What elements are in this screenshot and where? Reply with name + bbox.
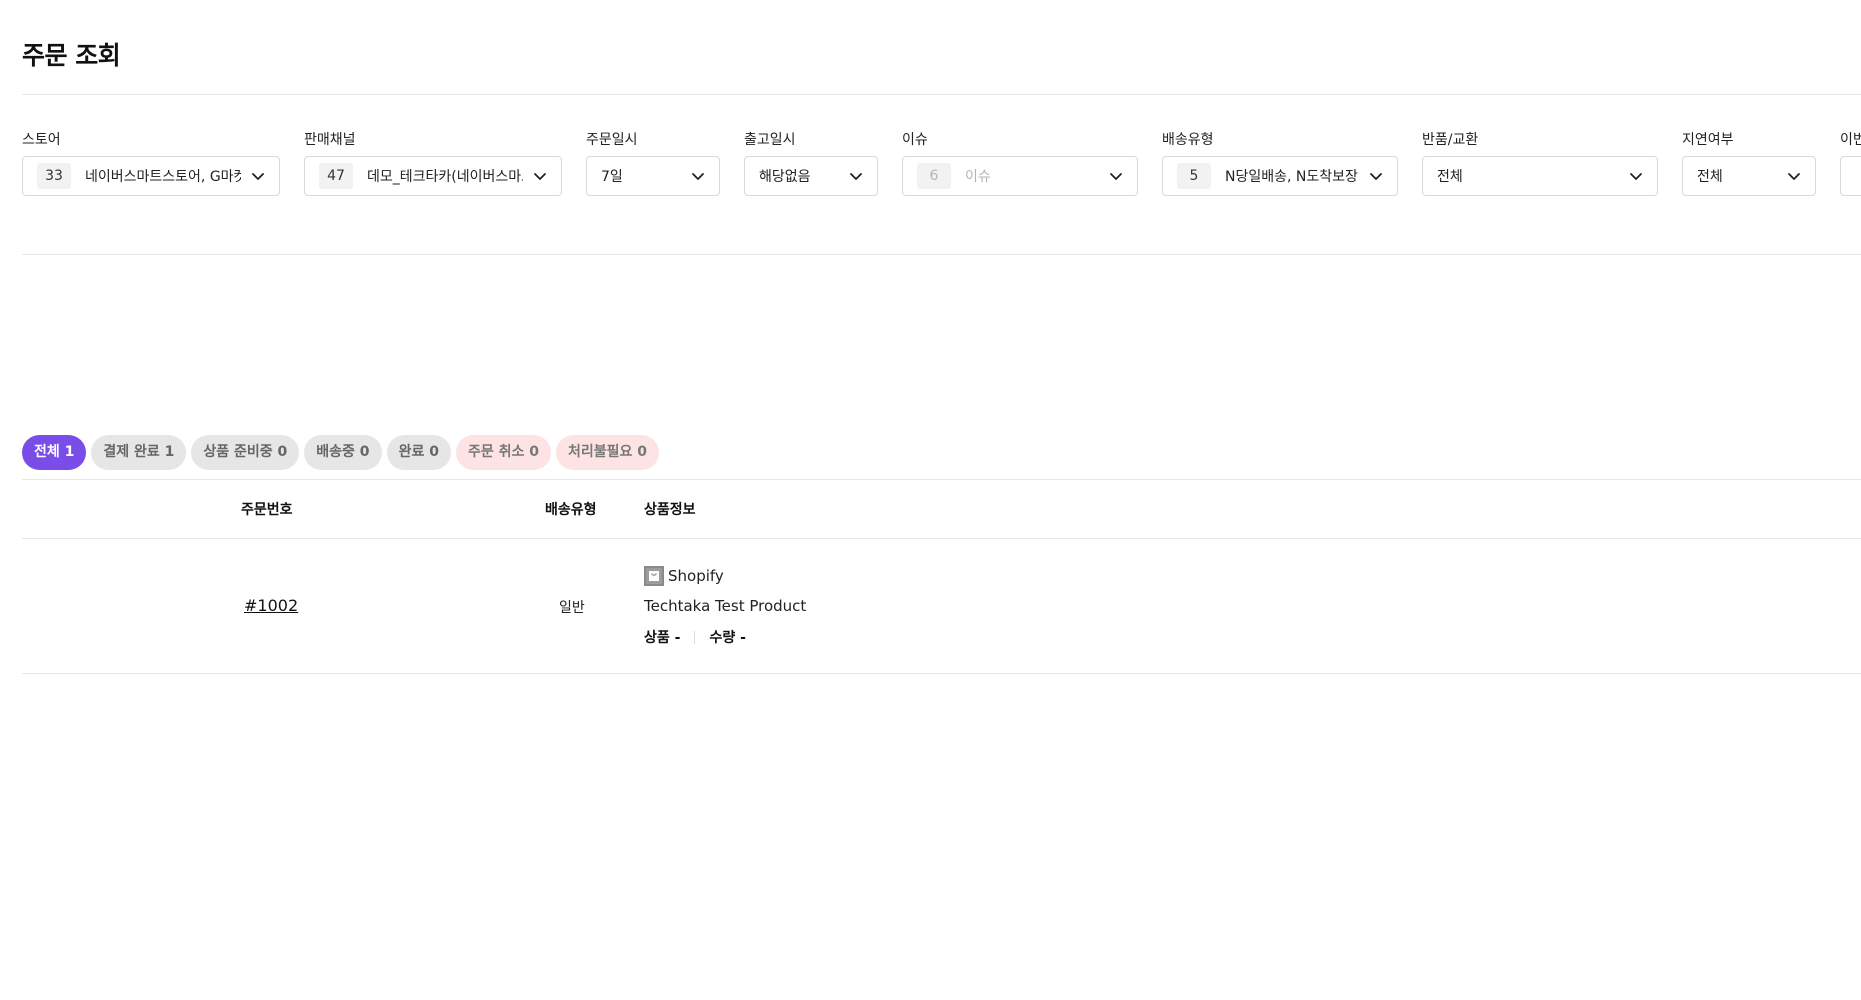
chevron-down-icon [1785, 167, 1803, 185]
filter-return-exchange-label: 반품/교환 [1422, 132, 1479, 148]
filter-ship-date-label: 출고일시 [744, 132, 796, 148]
delivery-type-select[interactable]: 5 N당일배송, N도착보장, 일반 [1162, 156, 1398, 196]
filter-delivery-type-label: 배송유형 [1162, 132, 1214, 148]
tab-no-action-needed[interactable]: 처리불필요 0 [555, 435, 659, 470]
delivery-type-select-value: N당일배송, N도착보장, 일반 [1225, 169, 1359, 185]
filter-issue-label: 이슈 [902, 132, 928, 148]
tab-preparing[interactable]: 상품 준비중 0 [191, 435, 300, 470]
divider [22, 538, 1861, 539]
filter-delivery-type: 배송유형 5 N당일배송, N도착보장, 일반 [1162, 130, 1398, 196]
filter-store: 스토어 33 네이버스마트스토어, G마켓, 옥션 [22, 130, 280, 196]
return-exchange-select-value: 전체 [1437, 169, 1463, 185]
filter-delay: 지연여부 전체 [1682, 130, 1816, 196]
product-code: 상품 - [644, 630, 681, 646]
channel-select[interactable]: 47 데모_테크타카(네이버스마트스토어) [304, 156, 562, 196]
chevron-down-icon [847, 167, 865, 185]
delivery-type-cell: 일반 [559, 600, 585, 616]
chevron-down-icon [249, 167, 267, 185]
store-select-value: 네이버스마트스토어, G마켓, 옥션 [85, 169, 241, 185]
order-number-link[interactable]: #1002 [244, 596, 298, 615]
issue-count-badge: 6 [917, 163, 951, 189]
chevron-down-icon [531, 167, 549, 185]
filter-order-date: 주문일시 7일 [586, 130, 720, 196]
tab-all[interactable]: 전체 1 [22, 435, 87, 470]
chevron-down-icon [689, 167, 707, 185]
page-title: 주문 조회 [22, 41, 121, 70]
order-number-cell: #1002 [244, 596, 298, 615]
column-header-order-no: 주문번호 [241, 502, 293, 518]
product-name: Techtaka Test Product [644, 597, 807, 615]
delivery-type-count-badge: 5 [1177, 163, 1211, 189]
status-tabs: 전체 1 결제 완료 1 상품 준비중 0 배송중 0 완료 0 주문 취소 0… [22, 435, 659, 470]
filter-delay-label: 지연여부 [1682, 132, 1734, 148]
issue-select-value: 이슈 [965, 169, 991, 185]
shopify-bag-icon [644, 566, 664, 586]
store-count-badge: 33 [37, 163, 71, 189]
delay-select[interactable]: 전체 [1682, 156, 1816, 196]
order-date-select[interactable]: 7일 [586, 156, 720, 196]
issue-select[interactable]: 6 이슈 [902, 156, 1138, 196]
chevron-down-icon [1627, 167, 1645, 185]
filter-return-exchange: 반품/교환 전체 [1422, 130, 1658, 196]
order-date-select-value: 7일 [601, 169, 623, 185]
filter-channel: 판매채널 47 데모_테크타카(네이버스마트스토어) [304, 130, 562, 196]
channel-count-badge: 47 [319, 163, 353, 189]
filter-next-label: 이번 [1840, 132, 1861, 148]
tab-payment-complete[interactable]: 결제 완료 1 [91, 435, 187, 470]
filter-channel-label: 판매채널 [304, 132, 356, 148]
column-header-delivery-type: 배송유형 [545, 502, 597, 518]
shop-line: Shopify [644, 566, 724, 586]
product-meta: 상품 - 수량 - [644, 627, 746, 647]
meta-divider [694, 630, 696, 644]
filter-store-label: 스토어 [22, 132, 61, 148]
tab-shipping[interactable]: 배송중 0 [304, 435, 382, 470]
divider [22, 479, 1861, 480]
return-exchange-select[interactable]: 전체 [1422, 156, 1658, 196]
tab-complete[interactable]: 완료 0 [386, 435, 451, 470]
divider [22, 673, 1861, 674]
ship-date-select[interactable]: 해당없음 [744, 156, 878, 196]
filter-order-date-label: 주문일시 [586, 132, 638, 148]
filter-issue: 이슈 6 이슈 [902, 130, 1138, 196]
divider [22, 94, 1861, 95]
chevron-down-icon [1107, 167, 1125, 185]
next-select[interactable] [1840, 156, 1861, 196]
filter-ship-date: 출고일시 해당없음 [744, 130, 878, 196]
shop-name: Shopify [668, 567, 724, 585]
tab-cancelled[interactable]: 주문 취소 0 [455, 435, 551, 470]
ship-date-select-value: 해당없음 [759, 169, 811, 185]
divider [22, 254, 1861, 255]
column-header-product-info: 상품정보 [644, 502, 696, 518]
store-select[interactable]: 33 네이버스마트스토어, G마켓, 옥션 [22, 156, 280, 196]
chevron-down-icon [1367, 167, 1385, 185]
channel-select-value: 데모_테크타카(네이버스마트스토어) [367, 169, 523, 185]
delay-select-value: 전체 [1697, 169, 1723, 185]
filter-next-partial: 이번 [1840, 130, 1861, 200]
product-quantity: 수량 - [709, 630, 746, 646]
